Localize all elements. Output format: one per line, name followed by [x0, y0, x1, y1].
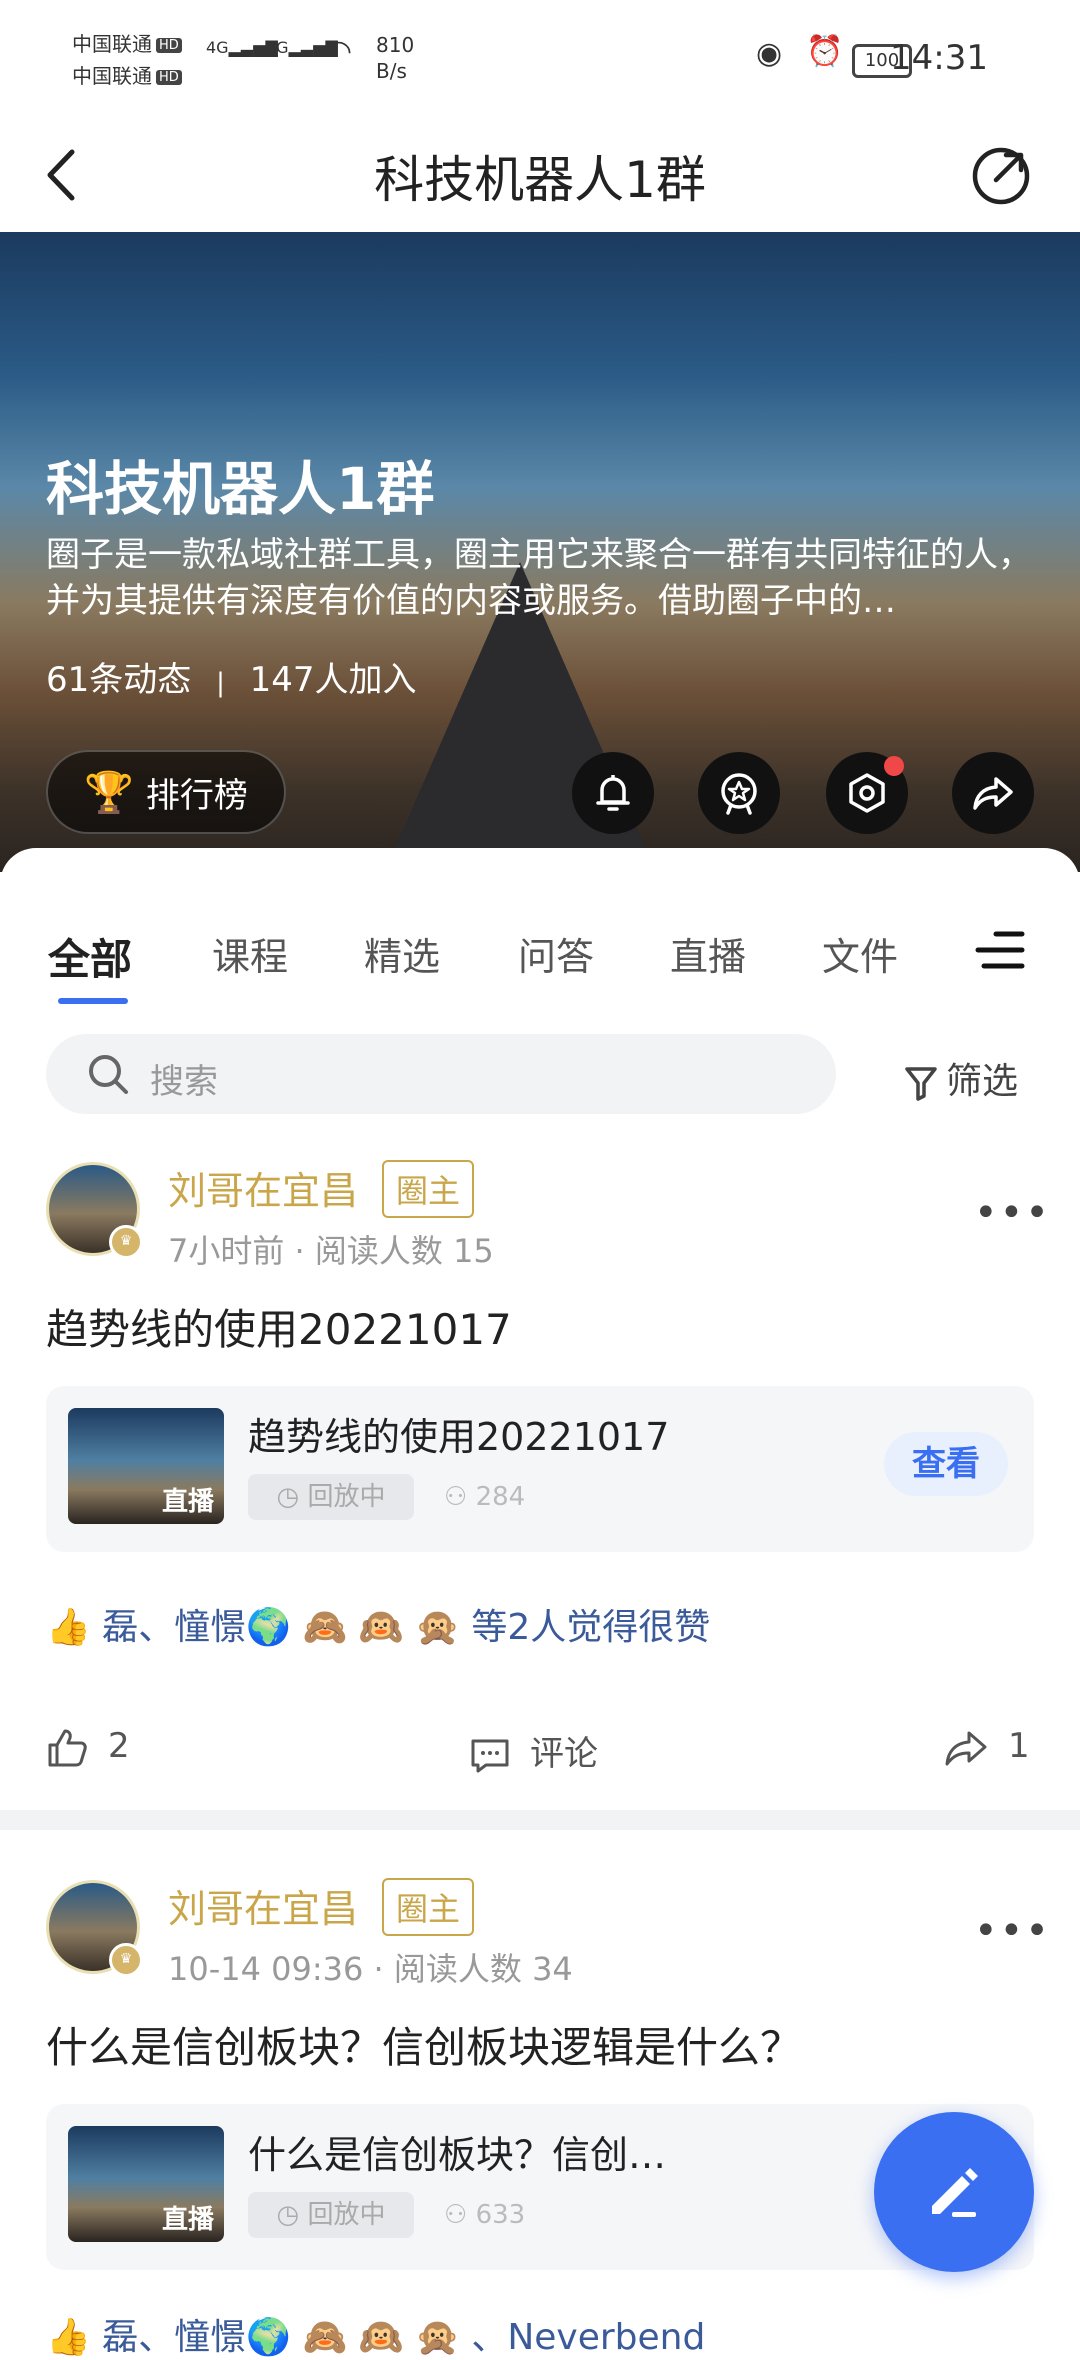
thumb-up-icon [48, 1729, 87, 1766]
status-bar: 中国联通 HD 中国联通 HD 4G▂▃▅▇ 4G▂▃▅▇ ◠ 810 B/s ◉ ⏰… [0, 0, 1080, 120]
author-name[interactable]: 刘哥在宜昌 [168, 1878, 358, 1933]
history-icon: ◷ [276, 2200, 300, 2230]
network-speed: 810 B/s [376, 33, 415, 83]
tab-qa[interactable]: 问答 [518, 926, 594, 981]
members-count: 147人加入 [249, 660, 417, 700]
tab-live[interactable]: 直播 [670, 926, 746, 981]
likers-list[interactable]: 👍 磊、憧憬🌍 🙈 🙉 🙊 、Neverbend [46, 2308, 705, 2360]
comment-button[interactable]: 评论 [470, 1726, 598, 1775]
viewer-count: ⚇ 284 [444, 1482, 526, 1512]
group-description[interactable]: 圈子是一款私域社群工具，圈主用它来聚合一群有共同特征的人，并为其提供有深度有价值… [46, 532, 1036, 624]
tab-featured[interactable]: 精选 [364, 926, 440, 981]
tab-menu[interactable] [944, 904, 1044, 1004]
stats-separator: | [216, 668, 225, 698]
tab-files[interactable]: 文件 [822, 926, 898, 981]
title-bar: 科技机器人1群 [0, 120, 1080, 232]
author-name[interactable]: 刘哥在宜昌 [168, 1160, 358, 1215]
owner-crown-icon: ♛ [109, 1943, 143, 1977]
group-stats: 61条动态 | 147人加入 [46, 652, 417, 701]
post-title[interactable]: 什么是信创板块？信创板块逻辑是什么？ [46, 2014, 802, 2075]
tab-courses[interactable]: 课程 [212, 926, 288, 981]
group-banner: 科技机器人1群 圈子是一款私域社群工具，圈主用它来聚合一群有共同特征的人，并为其… [0, 232, 1080, 872]
likers-list[interactable]: 👍 磊、憧憬🌍 🙈 🙉 🙊 等2人觉得很赞 [46, 1598, 710, 1650]
owner-badge: 圈主 [382, 1878, 475, 1936]
edit-icon [932, 2168, 978, 2217]
more-icon[interactable]: ••• [974, 1190, 1051, 1236]
search-input[interactable]: 搜索 [46, 1034, 836, 1114]
live-thumbnail: 直播 [68, 1408, 224, 1524]
refresh-icon[interactable] [966, 140, 1036, 210]
settings-icon[interactable] [826, 752, 908, 834]
more-icon[interactable]: ••• [974, 1908, 1051, 1954]
live-card-title: 什么是信创板块？信创… [248, 2133, 667, 2177]
active-tab-indicator [58, 998, 128, 1004]
carrier-2: 中国联通 HD [72, 60, 182, 89]
leaderboard-button[interactable]: 🏆 排行榜 [46, 750, 286, 834]
tab-all[interactable]: 全部 [48, 926, 132, 987]
filter-icon [905, 1067, 937, 1101]
people-icon: ⚇ [444, 1482, 468, 1512]
post-meta: 10-14 09:36 · 阅读人数 34 [168, 1950, 573, 1988]
notification-dot [884, 756, 904, 776]
avatar[interactable]: ♛ [46, 1880, 143, 1977]
feed-panel: 全部 课程 精选 问答 直播 文件 搜索 筛选 ♛ 刘哥在宜昌 圈主 7小时前 … [0, 848, 1080, 2358]
bell-icon[interactable] [572, 752, 654, 834]
leaderboard-label: 排行榜 [145, 775, 248, 816]
replay-status: ◷ 回放中 [248, 2192, 414, 2238]
like-button[interactable]: 2 [46, 1726, 130, 1768]
avatar[interactable]: ♛ [46, 1162, 143, 1259]
owner-badge: 圈主 [382, 1160, 475, 1218]
posts-count: 61条动态 [46, 660, 192, 700]
share-icon[interactable] [952, 752, 1034, 834]
post-title[interactable]: 趋势线的使用20221017 [46, 1296, 512, 1357]
trophy-icon: 🏆 [84, 769, 134, 816]
group-name: 科技机器人1群 [46, 455, 435, 523]
thumb-up-filled-icon: 👍 [46, 1607, 91, 1648]
viewer-count: ⚇ 633 [444, 2200, 526, 2230]
thumb-up-filled-icon: 👍 [46, 2317, 91, 2358]
owner-crown-icon: ♛ [109, 1225, 143, 1259]
page-title: 科技机器人1群 [374, 151, 706, 209]
comment-icon [471, 1739, 509, 1772]
alarm-icon: ⏰ [806, 34, 844, 69]
live-card-title: 趋势线的使用20221017 [248, 1415, 670, 1459]
live-label: 直播 [161, 1487, 214, 1517]
live-thumbnail: 直播 [68, 2126, 224, 2242]
replay-status: ◷ 回放中 [248, 1474, 414, 1520]
compose-button[interactable] [874, 2112, 1034, 2272]
clock: 14:31 [890, 38, 988, 78]
history-icon: ◷ [276, 1482, 300, 1512]
badge-icon[interactable] [698, 752, 780, 834]
post-divider [0, 1810, 1080, 1830]
search-icon [89, 1055, 128, 1094]
share-outline-icon [945, 1731, 987, 1765]
menu-icon [975, 931, 1025, 969]
live-label: 直播 [161, 2205, 214, 2235]
wifi-icon: ◠ [326, 34, 353, 69]
share-button[interactable]: 1 [944, 1726, 1030, 1767]
live-card[interactable]: 直播 趋势线的使用20221017 ◷ 回放中 ⚇ 284 查看 [46, 1386, 1034, 1552]
eye-icon: ◉ [756, 36, 783, 71]
filter-label: 筛选 [946, 1061, 1019, 1102]
carrier-1: 中国联通 HD [72, 28, 182, 57]
view-button[interactable]: 查看 [884, 1432, 1008, 1496]
filter-button[interactable]: 筛选 [904, 1052, 1018, 1104]
search-placeholder: 搜索 [150, 1062, 218, 1102]
people-icon: ⚇ [444, 2200, 468, 2230]
post-meta: 7小时前 · 阅读人数 15 [168, 1232, 494, 1270]
